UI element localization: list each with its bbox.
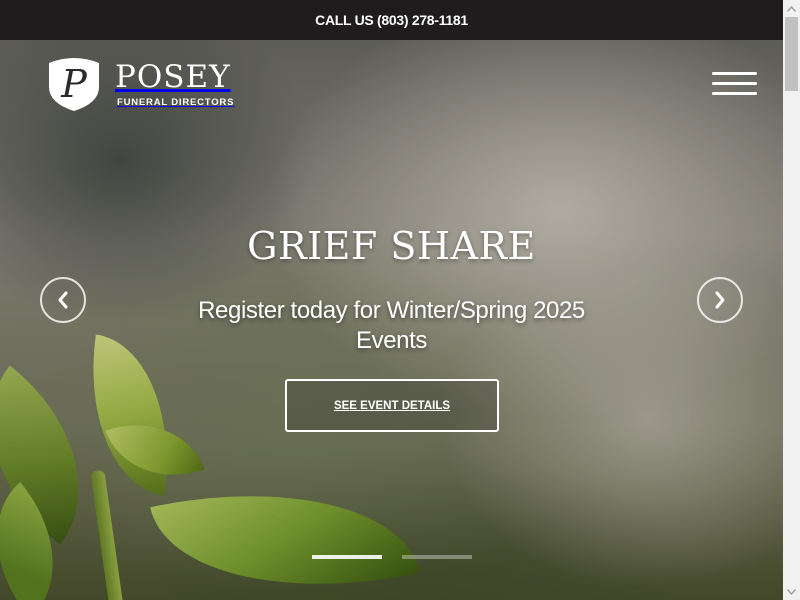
chevron-left-icon bbox=[58, 291, 68, 309]
page: CALL US (803) 278-1181 P POSEY FUNERAL D… bbox=[0, 0, 800, 600]
slider-prev-button[interactable] bbox=[40, 277, 86, 323]
see-event-details-button[interactable]: SEE EVENT DETAILS bbox=[285, 379, 499, 432]
chevron-right-icon bbox=[715, 291, 725, 309]
scroll-up-arrow-icon[interactable] bbox=[783, 0, 800, 17]
hamburger-menu-icon[interactable] bbox=[712, 72, 758, 96]
site-logo[interactable]: P POSEY FUNERAL DIRECTORS bbox=[45, 57, 234, 111]
slider-indicator-1[interactable] bbox=[312, 555, 382, 559]
slider-next-button[interactable] bbox=[697, 277, 743, 323]
logo-name: POSEY bbox=[115, 58, 231, 95]
scroll-down-arrow-icon[interactable] bbox=[783, 583, 800, 600]
top-call-bar: CALL US (803) 278-1181 bbox=[0, 0, 783, 40]
logo-letter: P bbox=[60, 62, 88, 106]
page-scrollbar[interactable] bbox=[783, 0, 800, 600]
call-us-link[interactable]: CALL US (803) 278-1181 bbox=[315, 12, 468, 28]
slider-indicators bbox=[312, 555, 472, 559]
slider-indicator-2[interactable] bbox=[402, 555, 472, 559]
slide-subtitle: Register today for Winter/Spring 2025 Ev… bbox=[198, 297, 585, 354]
logo-tagline: FUNERAL DIRECTORS bbox=[117, 96, 235, 108]
slide-title: GRIEF SHARE bbox=[247, 224, 536, 268]
scrollbar-thumb[interactable] bbox=[785, 17, 798, 91]
logo-shield-icon: P bbox=[49, 58, 99, 111]
logo-text: POSEY FUNERAL DIRECTORS bbox=[115, 61, 234, 108]
